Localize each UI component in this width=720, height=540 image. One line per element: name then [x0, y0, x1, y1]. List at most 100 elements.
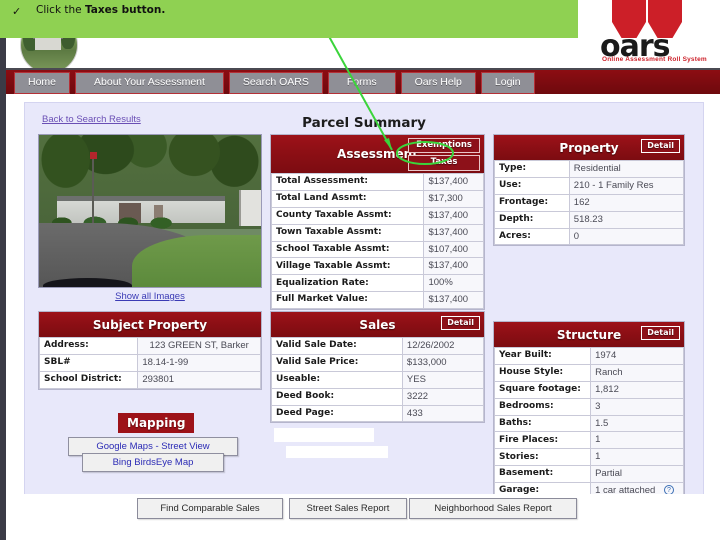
row-key: Valid Sale Date:	[271, 337, 403, 355]
browser-left-edge	[0, 30, 6, 540]
row-value: Partial	[590, 465, 684, 483]
table-row: Valid Sale Date: 12/26/2002	[271, 337, 485, 355]
row-key: Valid Sale Price:	[271, 353, 403, 372]
sales-card-title: Sales	[359, 317, 396, 332]
page-title: Parcel Summary	[302, 115, 426, 131]
table-row: Valid Sale Price: $133,000	[271, 353, 485, 372]
structure-card: Structure Detail Year Built: 1974 House S…	[493, 321, 685, 518]
property-card-header: Property Detail	[494, 135, 684, 160]
row-key: Baths:	[493, 414, 592, 433]
row-key: Useable:	[271, 370, 403, 389]
row-key: Deed Book:	[271, 387, 403, 406]
table-row: Useable: YES	[271, 370, 485, 389]
oars-logo[interactable]: oars Online Assessment Roll System	[582, 0, 712, 66]
logo-tagline: Online Assessment Roll System	[602, 56, 707, 63]
main-navigation-bar: Home About Your Assessment Search OARS F…	[6, 68, 720, 94]
row-value: $107,400	[423, 240, 484, 259]
row-key: Bedrooms:	[493, 397, 592, 416]
find-comparable-sales-button[interactable]: Find Comparable Sales	[137, 498, 283, 519]
row-value: 293801	[137, 370, 261, 389]
annotation-instruction-text: Click the Taxes button.	[36, 4, 165, 16]
nav-item-search-oars[interactable]: Search OARS	[228, 72, 323, 94]
parcel-summary-panel: Back to Search Results Parcel Summary Sh…	[24, 102, 704, 518]
row-key: Village Taxable Assmt:	[270, 257, 425, 276]
table-row: Deed Book: 3222	[271, 387, 485, 406]
nav-item-about-your-assessment[interactable]: About Your Assessment	[75, 72, 224, 94]
row-value: 1,812	[590, 380, 684, 399]
nav-item-forms[interactable]: Forms	[327, 72, 396, 94]
row-value: $137,400	[423, 291, 484, 309]
annotation-text-plain: Click the	[36, 4, 85, 16]
table-row: Acres: 0	[494, 227, 685, 246]
sales-card: Sales Detail Valid Sale Date: 12/26/2002 …	[270, 311, 485, 424]
table-row: Square footage: 1,812	[493, 380, 684, 399]
row-key: Stories:	[493, 448, 592, 467]
bing-birdseye-map-button[interactable]: Bing BirdsEye Map	[82, 453, 224, 472]
row-value: Ranch	[590, 363, 684, 382]
row-key: Frontage:	[494, 193, 570, 212]
row-key: Equalization Rate:	[270, 274, 425, 293]
row-key: Year Built:	[493, 347, 592, 365]
structure-detail-button[interactable]: Detail	[641, 326, 680, 340]
row-value: YES	[401, 370, 485, 389]
row-value: $17,300	[423, 189, 484, 208]
nav-item-login[interactable]: Login	[480, 72, 535, 94]
row-key: SBL#	[38, 353, 139, 372]
row-key: School District:	[38, 370, 139, 389]
row-value: 100%	[423, 274, 484, 293]
table-row: Baths: 1.5	[493, 414, 684, 433]
application-window: oars Online Assessment Roll System Home …	[0, 0, 720, 540]
nav-item-oars-help[interactable]: Oars Help	[400, 72, 476, 94]
property-card: Property Detail Type: Residential Use: 210…	[493, 134, 685, 247]
exemptions-button[interactable]: Exemptions	[408, 138, 480, 154]
table-row: School Taxable Assmt: $107,400	[270, 240, 484, 259]
structure-table: Year Built: 1974 House Style: Ranch Square…	[493, 347, 684, 517]
table-row: Deed Page: 433	[271, 404, 485, 423]
row-key: Fire Places:	[493, 431, 592, 450]
table-row: Use: 210 - 1 Family Res	[494, 176, 685, 195]
row-value: 162	[568, 193, 685, 212]
row-value: $133,000	[401, 353, 485, 372]
row-value: $137,400	[423, 223, 484, 242]
nav-item-home[interactable]: Home	[14, 72, 71, 94]
row-key: Use:	[494, 176, 570, 195]
table-row: Type: Residential	[494, 160, 685, 178]
table-row: School District: 293801	[38, 370, 261, 389]
row-key: Acres:	[494, 227, 570, 246]
table-row: Fire Places: 1	[493, 431, 684, 450]
subject-property-card-header: Subject Property	[39, 312, 261, 337]
sales-detail-button[interactable]: Detail	[441, 316, 480, 330]
table-row: Depth: 518.23	[494, 210, 685, 229]
table-row: Basement: Partial	[493, 465, 684, 483]
row-value: 18.14-1-99	[137, 353, 261, 372]
row-value: 1	[590, 431, 684, 450]
row-key: School Taxable Assmt:	[270, 240, 425, 259]
row-key: Depth:	[494, 210, 570, 229]
blank-placeholder-box-1	[274, 428, 374, 442]
row-value: $137,400	[423, 206, 484, 225]
row-value: 433	[401, 404, 485, 423]
structure-card-title: Structure	[556, 327, 622, 342]
table-row: Total Assessment: $137,400	[270, 173, 484, 191]
bottom-action-bar: Find Comparable Sales Street Sales Repor…	[6, 494, 720, 524]
sales-table: Valid Sale Date: 12/26/2002 Valid Sale Pr…	[271, 337, 485, 423]
row-key: Deed Page:	[271, 404, 403, 423]
row-key: Full Market Value:	[270, 291, 425, 309]
mapping-section-title: Mapping	[118, 413, 195, 433]
taxes-button[interactable]: Taxes	[408, 155, 480, 171]
property-photo[interactable]	[38, 134, 262, 288]
row-value: 1974	[590, 347, 684, 365]
show-all-images-link[interactable]: Show all Images	[38, 291, 262, 302]
table-row: Town Taxable Assmt: $137,400	[270, 223, 484, 242]
annotation-text-bold: Taxes button.	[84, 4, 166, 16]
street-sales-report-button[interactable]: Street Sales Report	[289, 498, 407, 519]
table-row: County Taxable Assmt: $137,400	[270, 206, 484, 225]
property-detail-button[interactable]: Detail	[641, 139, 680, 153]
checkmark-icon: ✓	[12, 6, 22, 18]
row-key: Square footage:	[493, 380, 592, 399]
row-value: Residential	[568, 160, 685, 178]
assessment-card-header: Assessment Exemptions Taxes	[271, 135, 484, 173]
table-row: Bedrooms: 3	[493, 397, 684, 416]
neighborhood-sales-report-button[interactable]: Neighborhood Sales Report	[409, 498, 577, 519]
subject-property-card: Subject Property Address: 123 GREEN ST, B…	[38, 311, 262, 390]
